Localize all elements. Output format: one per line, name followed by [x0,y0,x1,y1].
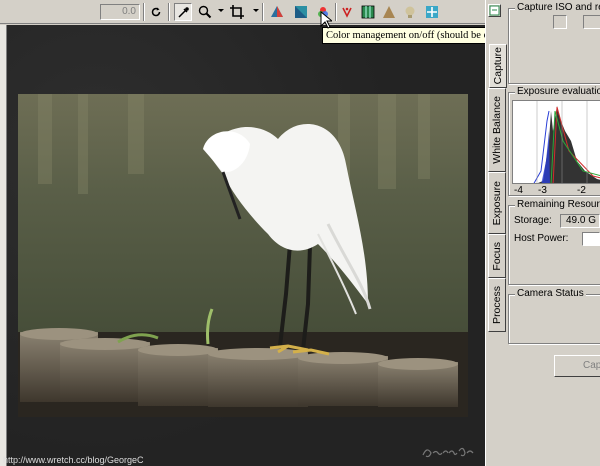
toolbar-separator [335,3,337,21]
resolution-select[interactable] [583,15,600,29]
right-panel: Capture White Balance Exposure Focus Pro… [485,0,600,466]
focus-point-button[interactable] [338,3,356,21]
toolbar-separator [143,3,145,21]
fit-icon [426,6,438,18]
tab-focus[interactable]: Focus [488,234,506,278]
fit-button[interactable] [423,3,441,21]
grid-button[interactable] [359,3,377,21]
toolbar-separator [262,3,264,21]
capture-iso-group: Capture ISO and res [508,2,600,84]
tab-white-balance[interactable]: White Balance [488,88,506,172]
host-power-value [582,232,600,246]
camera-status-group: Camera Status [508,288,600,344]
mouse-cursor-icon [320,11,332,29]
storage-value: 49.0 G [560,214,600,228]
crop-dropdown-arrow-icon[interactable] [253,9,259,12]
panel-icon [489,5,500,16]
triangle-button[interactable] [380,3,398,21]
warning-overlay-button[interactable] [268,3,286,21]
value-field[interactable]: 0.0 [100,4,140,20]
iso-select[interactable] [553,15,567,29]
rotate-button[interactable] [147,3,165,21]
toolbar-separator [168,3,170,21]
tab-process[interactable]: Process [488,278,506,332]
zoom-icon [198,5,212,19]
watermark-url: http://www.wretch.cc/blog/GeorgeC [3,455,144,465]
tab-capture[interactable]: Capture [489,44,507,88]
crop-icon [230,5,244,19]
eyedropper-icon [177,6,189,18]
histogram-tick: -2 [577,185,586,196]
bulb-icon [405,6,415,18]
photo-egret [18,94,468,417]
rotate-icon [151,7,161,17]
storage-label: Storage: [514,215,552,226]
host-power-label: Host Power: [514,233,569,244]
triangle-icon [383,6,395,18]
tab-exposure[interactable]: Exposure [488,172,506,234]
signature-logo [421,445,481,462]
camera-status-title: Camera Status [515,288,586,299]
panel-toggle-button[interactable] [488,4,501,17]
focus-point-icon [342,7,352,18]
bulb-button[interactable] [401,3,419,21]
histogram [512,100,600,184]
exposure-evaluation-title: Exposure evaluation [515,86,600,97]
zoom-dropdown-arrow-icon[interactable] [218,9,224,12]
eyedropper-button[interactable] [174,3,192,21]
capture-iso-title: Capture ISO and res [515,2,600,13]
histogram-tick: -3 [538,185,547,196]
overlay-icon [295,6,307,18]
warning-icon [271,6,283,17]
grid-icon [361,5,375,19]
image-viewer[interactable]: http://www.wretch.cc/blog/GeorgeC [0,25,485,466]
toolbar: 0.0 [0,0,485,24]
crop-button[interactable] [228,3,246,21]
remaining-resources-title: Remaining Resource [515,199,600,210]
overlay-button[interactable] [292,3,310,21]
capture-button[interactable]: Capt [554,355,600,377]
histogram-tick: -4 [514,185,523,196]
zoom-button[interactable] [196,3,214,21]
